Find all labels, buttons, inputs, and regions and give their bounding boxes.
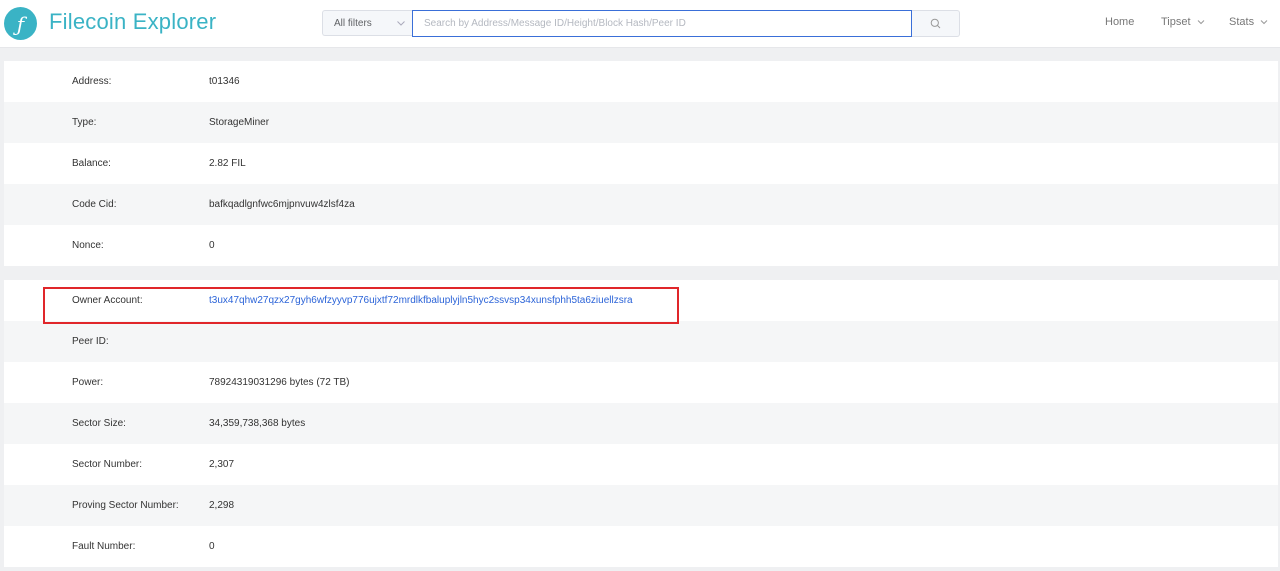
row-balance: Balance: 2.82 FIL xyxy=(4,143,1278,184)
row-sector-number: Sector Number: 2,307 xyxy=(4,444,1278,485)
nonce-value: 0 xyxy=(209,240,215,251)
row-nonce: Nonce: 0 xyxy=(4,225,1278,266)
power-value: 78924319031296 bytes (72 TB) xyxy=(209,377,350,388)
sector-number-value: 2,307 xyxy=(209,459,235,470)
search-icon xyxy=(930,18,941,29)
sector-size-value: 34,359,738,368 bytes xyxy=(209,418,306,429)
row-code-cid: Code Cid: bafkqadlgnfwc6mjpnvuw4zlsf4za xyxy=(4,184,1278,225)
account-info-card: Address: t01346 Type: StorageMiner Balan… xyxy=(4,61,1278,266)
owner-account-link[interactable]: t3ux47qhw27qzx27gyh6wfzyyvp776ujxtf72mrd… xyxy=(209,295,633,306)
balance-label: Balance: xyxy=(72,158,111,169)
nav-tipset-label: Tipset xyxy=(1161,16,1191,28)
top-header: ƒ Filecoin Explorer All filters Home Tip… xyxy=(0,0,1280,48)
search-input[interactable] xyxy=(412,10,912,37)
balance-value: 2.82 FIL xyxy=(209,158,246,169)
sector-number-label: Sector Number: xyxy=(72,459,143,470)
fault-number-value: 0 xyxy=(209,541,215,552)
chevron-down-icon xyxy=(1197,20,1204,25)
row-type: Type: StorageMiner xyxy=(4,102,1278,143)
row-sector-size: Sector Size: 34,359,738,368 bytes xyxy=(4,403,1278,444)
filter-select[interactable]: All filters xyxy=(322,10,412,36)
address-label: Address: xyxy=(72,76,112,87)
proving-sector-number-label: Proving Sector Number: xyxy=(72,500,179,511)
peer-id-label: Peer ID: xyxy=(72,336,109,347)
app-title[interactable]: Filecoin Explorer xyxy=(49,9,216,35)
owner-account-label: Owner Account: xyxy=(72,295,143,306)
miner-info-card: Owner Account: t3ux47qhw27qzx27gyh6wfzyy… xyxy=(4,280,1278,567)
chevron-down-icon xyxy=(1260,20,1268,25)
row-address: Address: t01346 xyxy=(4,61,1278,102)
row-fault-number: Fault Number: 0 xyxy=(4,526,1278,567)
nav-stats-label: Stats xyxy=(1229,16,1255,28)
code-cid-label: Code Cid: xyxy=(72,199,117,210)
type-value: StorageMiner xyxy=(209,117,270,128)
nav-home-label: Home xyxy=(1105,16,1135,28)
filter-select-label: All filters xyxy=(334,17,372,29)
type-label: Type: xyxy=(72,117,97,128)
row-peer-id: Peer ID: xyxy=(4,321,1278,362)
logo-glyph: ƒ xyxy=(16,11,25,36)
row-proving-sector-number: Proving Sector Number: 2,298 xyxy=(4,485,1278,526)
nav-home[interactable]: Home xyxy=(1105,16,1134,28)
search-button[interactable] xyxy=(912,10,960,37)
address-value: t01346 xyxy=(209,76,240,87)
fault-number-label: Fault Number: xyxy=(72,541,136,552)
power-label: Power: xyxy=(72,377,104,388)
proving-sector-number-value: 2,298 xyxy=(209,500,235,511)
sector-size-label: Sector Size: xyxy=(72,418,126,429)
nav-tipset[interactable]: Tipset xyxy=(1161,16,1205,28)
code-cid-value: bafkqadlgnfwc6mjpnvuw4zlsf4za xyxy=(209,199,355,210)
row-power: Power: 78924319031296 bytes (72 TB) xyxy=(4,362,1278,403)
filecoin-logo-icon[interactable]: ƒ xyxy=(4,7,37,40)
nav-stats[interactable]: Stats xyxy=(1229,16,1268,28)
row-owner-account: Owner Account: t3ux47qhw27qzx27gyh6wfzyy… xyxy=(4,280,1278,321)
nonce-label: Nonce: xyxy=(72,240,104,251)
chevron-down-icon xyxy=(397,21,405,26)
